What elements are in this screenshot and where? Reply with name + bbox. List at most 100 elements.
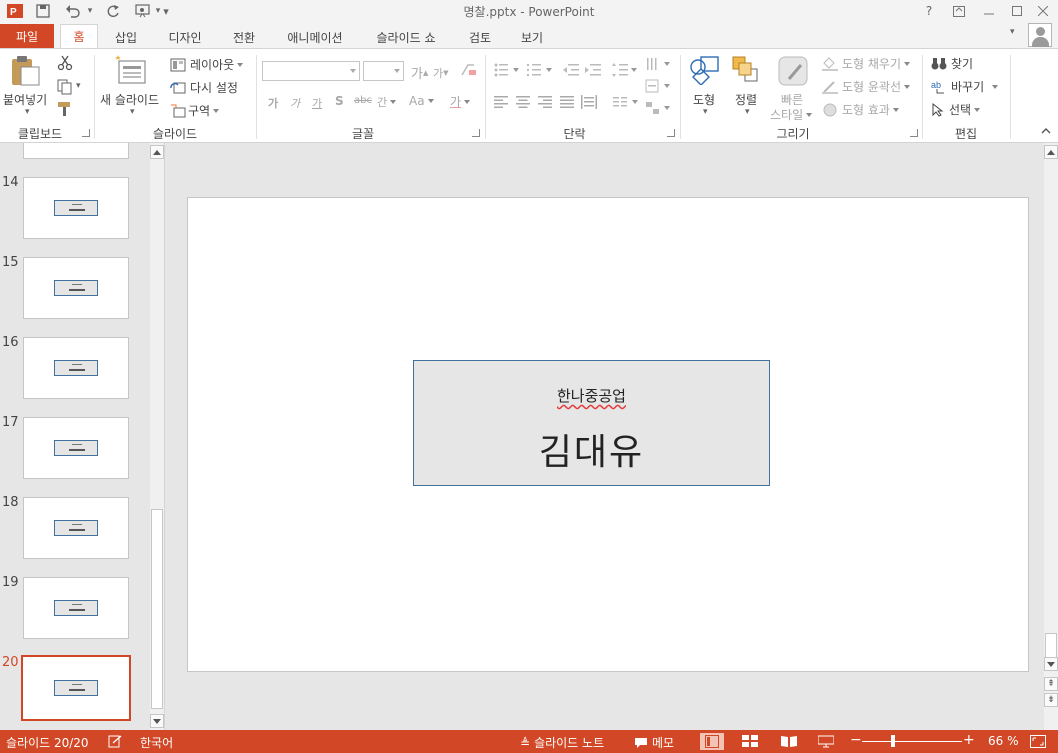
arrange-dropdown-icon[interactable]: ▾ [745, 107, 750, 117]
bold-button[interactable]: 가 [268, 95, 278, 111]
company-name[interactable]: 한나중공업 [414, 385, 769, 406]
paste-icon[interactable] [8, 55, 42, 87]
next-slide-icon[interactable]: ⇟ [1044, 693, 1058, 707]
grow-font-button[interactable]: 가 ▲ [411, 63, 428, 82]
layout-button[interactable]: 레이아웃 [170, 56, 244, 73]
change-case-button[interactable]: Aa [409, 94, 434, 108]
collapse-ribbon-icon[interactable] [1041, 127, 1051, 135]
font-launcher-icon[interactable] [472, 129, 480, 137]
zoom-slider-thumb[interactable] [891, 735, 896, 747]
scroll-up-icon[interactable] [150, 145, 164, 159]
align-left-icon[interactable] [494, 96, 508, 108]
paragraph-launcher-icon[interactable] [667, 129, 675, 137]
shapes-button[interactable]: 도형 [693, 91, 715, 108]
text-direction-icon[interactable] [645, 57, 671, 71]
quick-styles-button[interactable]: 스타일 [770, 106, 813, 123]
increase-indent-icon[interactable] [585, 63, 601, 77]
shape-outline-button[interactable]: 도형 윤곽선 [822, 78, 911, 95]
char-spacing-button[interactable]: 간 [377, 94, 397, 110]
zoom-slider[interactable] [862, 741, 962, 742]
avatar[interactable] [1028, 23, 1052, 47]
copy-icon[interactable] [57, 79, 73, 95]
find-button[interactable]: 찾기 [931, 55, 973, 72]
new-slide-icon[interactable] [115, 55, 147, 85]
smartart-icon[interactable] [645, 101, 671, 115]
minimize-icon[interactable] [974, 0, 1004, 22]
tab-design[interactable]: 디자인 [162, 26, 208, 48]
distributed-icon[interactable] [581, 95, 597, 109]
name-card-shape[interactable]: 한나중공업 김대유 [413, 360, 770, 486]
scroll-down-icon[interactable] [150, 714, 164, 728]
tab-file[interactable]: 파일 [0, 24, 54, 48]
line-spacing-icon[interactable] [612, 63, 638, 77]
reading-view-icon[interactable] [781, 735, 797, 748]
arrange-button[interactable]: 정렬 [735, 91, 757, 108]
arrange-icon[interactable] [731, 55, 761, 85]
thumbnail-scrollbar[interactable] [150, 143, 164, 730]
replace-button[interactable]: ab 바꾸기 [931, 78, 999, 95]
numbering-icon[interactable] [527, 63, 553, 77]
tab-home[interactable]: 홈 [60, 24, 98, 48]
zoom-level[interactable]: 66 % [988, 734, 1019, 748]
slideshow-view-icon[interactable] [817, 735, 835, 748]
copy-dropdown-icon[interactable]: ▾ [76, 81, 81, 91]
align-text-icon[interactable] [645, 79, 671, 93]
columns-icon[interactable] [613, 95, 639, 109]
shapes-dropdown-icon[interactable]: ▾ [703, 107, 708, 117]
reset-button[interactable]: 다시 설정 [170, 79, 238, 96]
format-painter-icon[interactable] [57, 101, 73, 117]
decrease-indent-icon[interactable] [563, 63, 579, 77]
zoom-out-button[interactable]: − [850, 732, 862, 748]
quick-styles-icon[interactable] [777, 55, 811, 89]
close-icon[interactable] [1028, 0, 1058, 22]
tab-view[interactable]: 보기 [512, 26, 552, 48]
person-name[interactable]: 김대유 [414, 423, 769, 475]
slide-canvas[interactable]: 한나중공업 김대유 [187, 197, 1029, 672]
italic-button[interactable]: 가 [290, 95, 300, 111]
tab-animations[interactable]: 애니메이션 [280, 26, 350, 48]
slide-thumbnail[interactable] [23, 417, 129, 479]
zoom-in-button[interactable]: + [963, 732, 975, 748]
slide-thumbnail[interactable] [23, 337, 129, 399]
fit-to-window-icon[interactable] [1030, 735, 1046, 748]
slide-thumbnail-selected[interactable] [21, 655, 131, 721]
shape-effects-button[interactable]: 도형 효과 [822, 101, 899, 118]
shape-fill-button[interactable]: 도형 채우기 [822, 55, 911, 72]
new-slide-dropdown-icon[interactable]: ▾ [130, 107, 135, 117]
cut-icon[interactable] [57, 55, 73, 71]
tab-slideshow[interactable]: 슬라이드 쇼 [366, 26, 446, 48]
paste-dropdown-icon[interactable]: ▾ [25, 107, 30, 117]
new-slide-button[interactable]: 새 슬라이드 [100, 91, 159, 108]
slide-thumbnail[interactable] [23, 177, 129, 239]
clipboard-launcher-icon[interactable] [82, 129, 90, 137]
slide-thumbnail-partial[interactable] [23, 143, 129, 159]
comments-button[interactable]: 메모 [634, 734, 674, 751]
spell-check-icon[interactable] [108, 735, 122, 748]
language-indicator[interactable]: 한국어 [140, 734, 173, 751]
previous-slide-icon[interactable]: ⇞ [1044, 677, 1058, 691]
account-dropdown-icon[interactable]: ▾ [1010, 27, 1015, 37]
help-button[interactable]: ? [914, 0, 944, 22]
bullets-icon[interactable] [494, 63, 520, 77]
drawing-launcher-icon[interactable] [910, 129, 918, 137]
slide-scrollbar[interactable]: ⇞ ⇟ [1044, 143, 1058, 730]
font-size-combo[interactable] [363, 61, 404, 81]
font-name-combo[interactable] [262, 61, 360, 81]
slide-thumbnail[interactable] [23, 257, 129, 319]
tab-transitions[interactable]: 전환 [224, 26, 264, 48]
scroll-thumb[interactable] [1045, 633, 1057, 659]
tab-review[interactable]: 검토 [460, 26, 500, 48]
underline-button[interactable]: 가 [312, 95, 322, 111]
justify-icon[interactable] [560, 96, 574, 108]
clear-formatting-icon[interactable] [460, 63, 478, 77]
tab-insert[interactable]: 삽입 [106, 26, 146, 48]
slide-sorter-icon[interactable] [742, 735, 758, 748]
scroll-up-icon[interactable] [1044, 145, 1058, 159]
select-button[interactable]: 선택 [931, 101, 981, 118]
align-right-icon[interactable] [538, 96, 552, 108]
align-center-icon[interactable] [516, 96, 530, 108]
slide-thumbnail[interactable] [23, 497, 129, 559]
shadow-button[interactable]: S [335, 94, 344, 108]
strikethrough-button[interactable]: abc [354, 95, 372, 106]
shrink-font-button[interactable]: 가 ▼ [433, 65, 449, 81]
